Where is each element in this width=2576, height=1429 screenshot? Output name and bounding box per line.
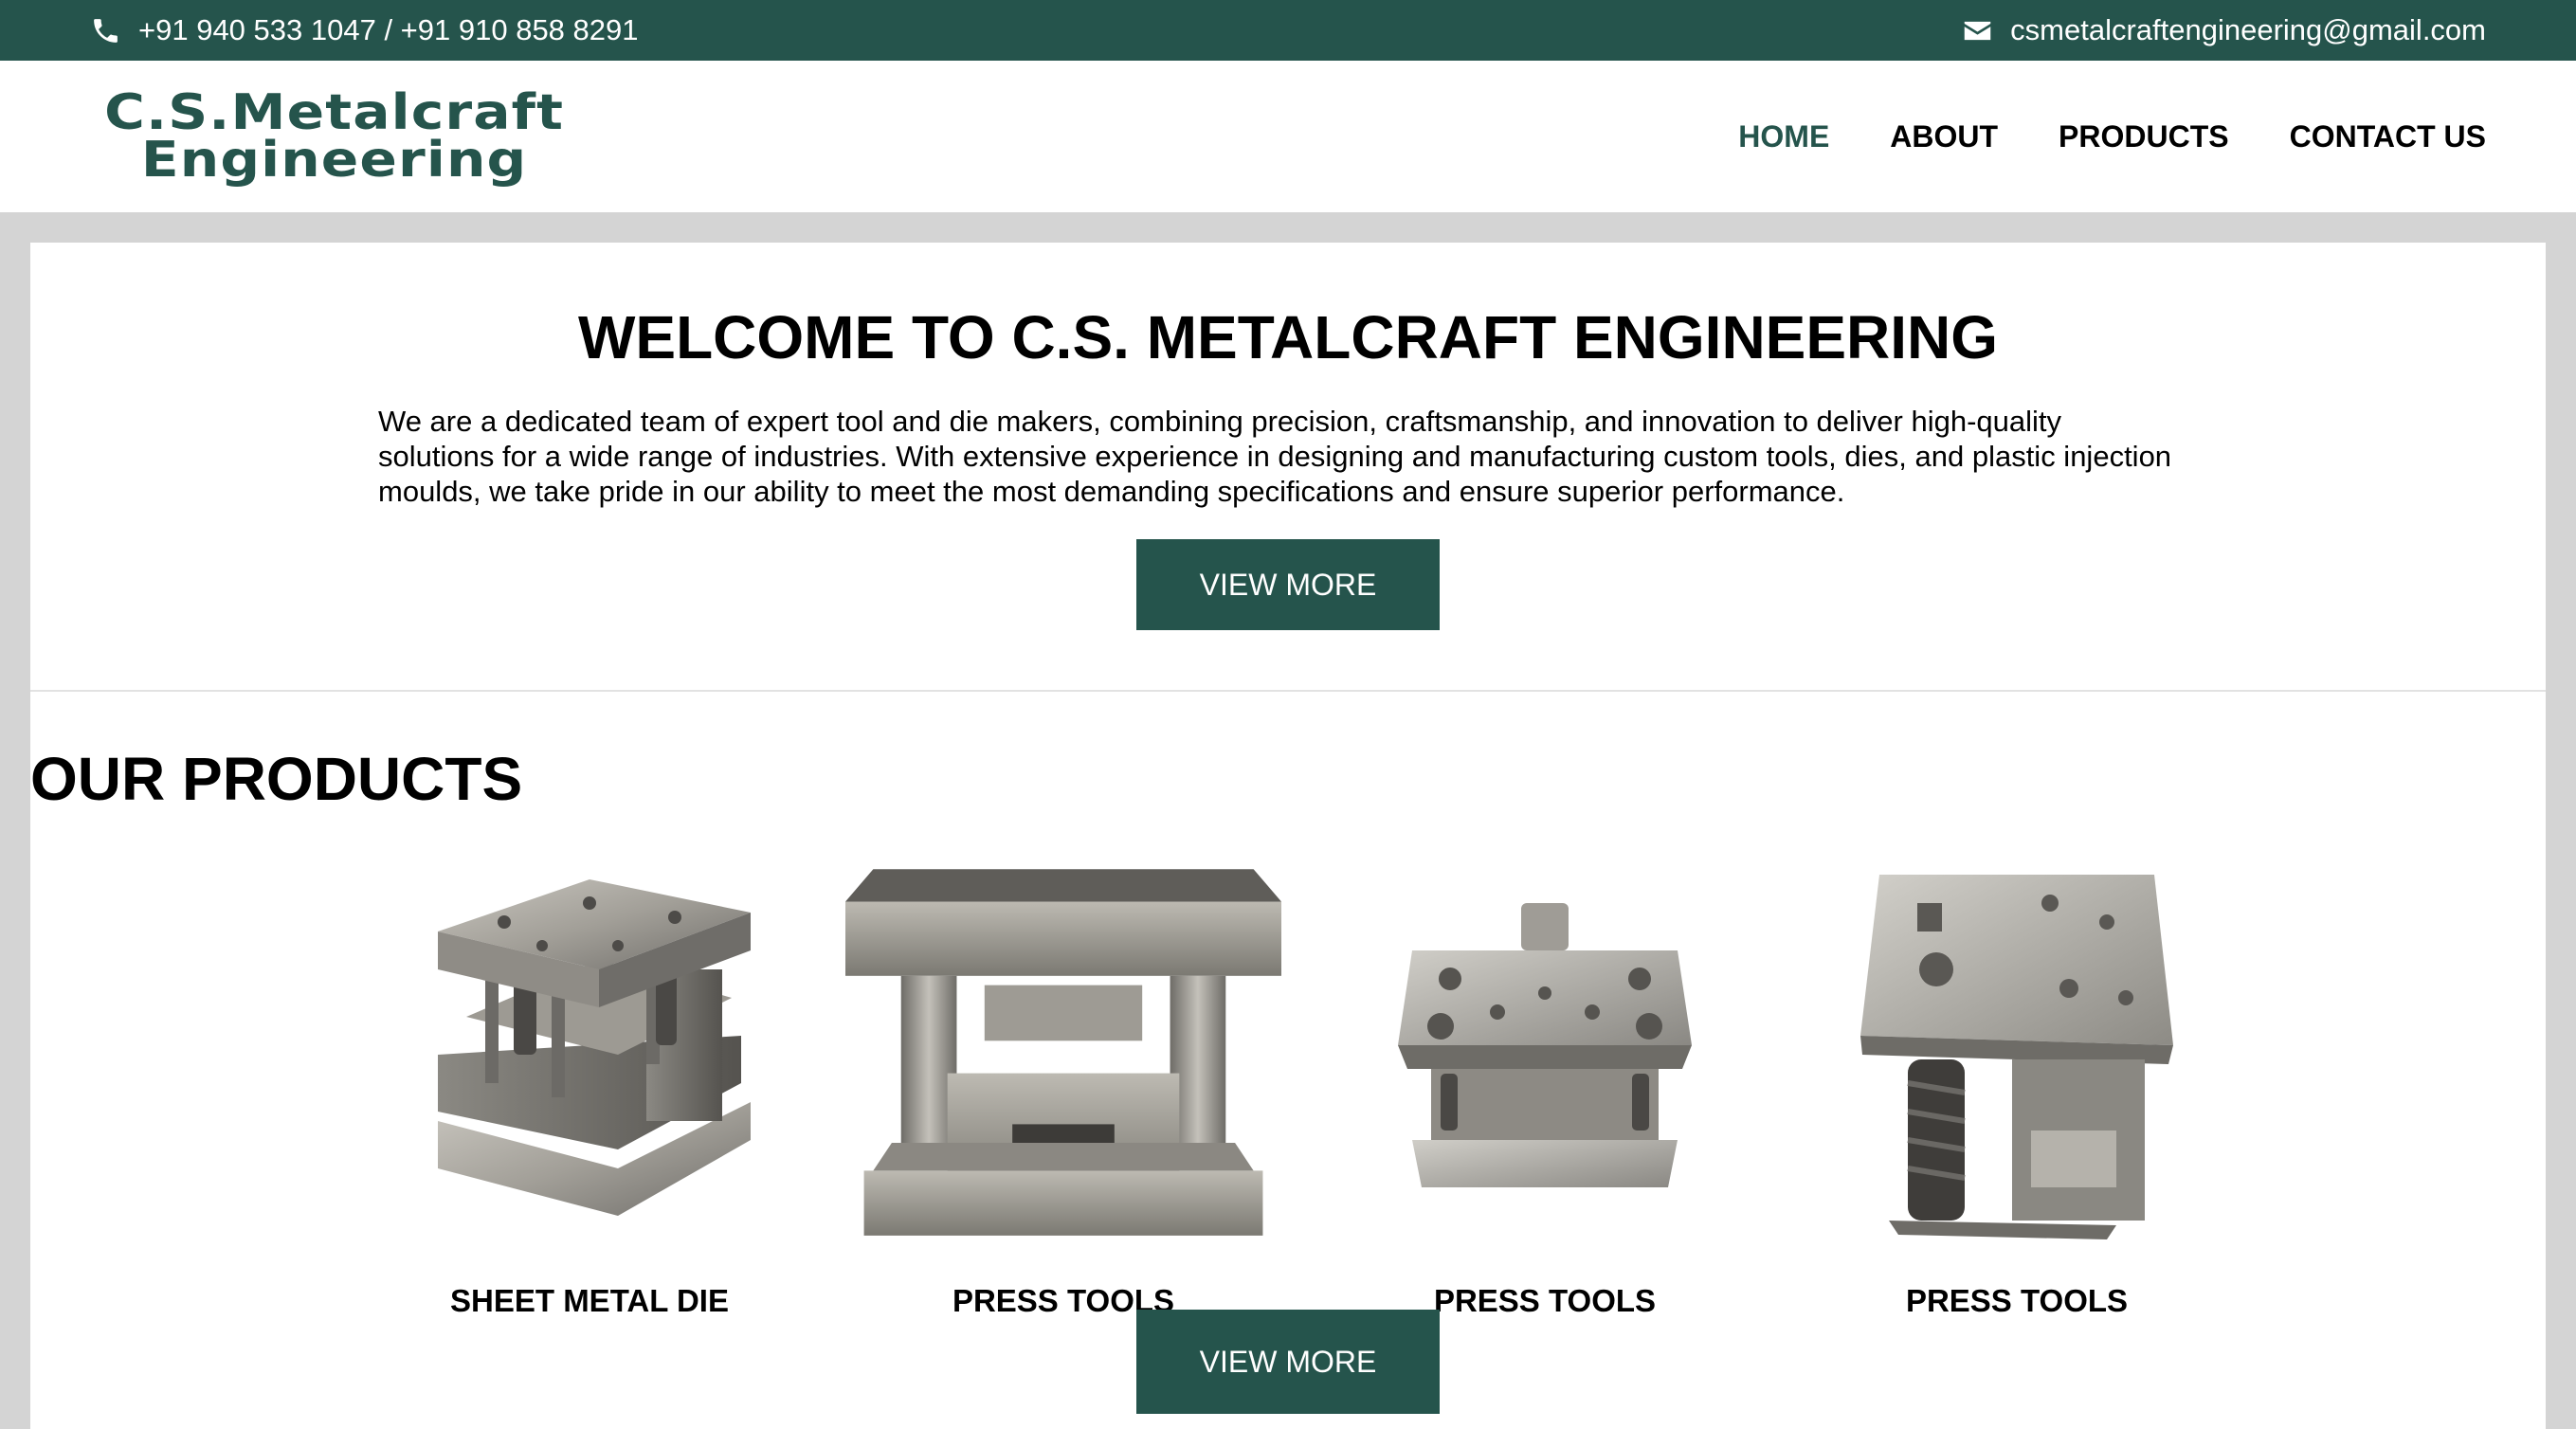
site-logo[interactable]: C.S.Metalcraft Engineering bbox=[90, 84, 578, 189]
envelope-icon bbox=[1964, 21, 1991, 40]
main-content: WELCOME TO C.S. METALCRAFT ENGINEERING W… bbox=[30, 243, 2546, 1429]
products-view-more-button[interactable]: VIEW MORE bbox=[1136, 1310, 1440, 1414]
product-card[interactable]: PRESS TOOLS bbox=[1327, 860, 1763, 1319]
press-tool-image bbox=[1860, 875, 2173, 1239]
product-image[interactable] bbox=[372, 860, 807, 1249]
phone-icon bbox=[94, 18, 118, 43]
phone-number[interactable]: +91 940 533 1047 / +91 910 858 8291 bbox=[138, 13, 639, 47]
welcome-section: WELCOME TO C.S. METALCRAFT ENGINEERING W… bbox=[30, 243, 2546, 692]
site-header: C.S.Metalcraft Engineering HOME ABOUT PR… bbox=[0, 61, 2576, 212]
email-contact[interactable]: csmetalcraftengineering@gmail.com bbox=[1962, 13, 2486, 47]
product-image[interactable] bbox=[1327, 860, 1763, 1249]
product-card[interactable]: PRESS TOOLS bbox=[845, 860, 1281, 1319]
top-contact-bar: +91 940 533 1047 / +91 910 858 8291 csme… bbox=[0, 0, 2576, 61]
press-tool-image bbox=[1398, 903, 1692, 1187]
product-name[interactable]: SHEET METAL DIE bbox=[372, 1283, 807, 1319]
product-image[interactable] bbox=[845, 860, 1281, 1249]
nav-home[interactable]: HOME bbox=[1738, 119, 1829, 154]
products-section: OUR PRODUCTS SHEET METAL DIE PRESS TOOLS… bbox=[30, 694, 2546, 1429]
products-title: OUR PRODUCTS bbox=[30, 745, 523, 813]
main-nav: HOME ABOUT PRODUCTS CONTACT US bbox=[1738, 119, 2486, 154]
logo-line-1: C.S.Metalcraft bbox=[104, 84, 565, 141]
press-tool-image bbox=[845, 869, 1281, 1236]
welcome-title: WELCOME TO C.S. METALCRAFT ENGINEERING bbox=[577, 303, 1999, 371]
product-card[interactable]: SHEET METAL DIE bbox=[372, 860, 807, 1319]
nav-about[interactable]: ABOUT bbox=[1890, 119, 1998, 154]
product-card[interactable]: PRESS TOOLS bbox=[1799, 860, 2235, 1319]
nav-contact[interactable]: CONTACT US bbox=[2290, 119, 2486, 154]
email-address[interactable]: csmetalcraftengineering@gmail.com bbox=[2010, 13, 2486, 47]
nav-products[interactable]: PRODUCTS bbox=[2059, 119, 2229, 154]
product-name[interactable]: PRESS TOOLS bbox=[1799, 1283, 2235, 1319]
logo-line-2: Engineering bbox=[140, 132, 528, 189]
sheet-metal-die-image bbox=[438, 879, 751, 1216]
phone-contact[interactable]: +91 940 533 1047 / +91 910 858 8291 bbox=[90, 13, 639, 47]
welcome-view-more-button[interactable]: VIEW MORE bbox=[1136, 539, 1440, 630]
product-image[interactable] bbox=[1799, 860, 2235, 1249]
welcome-text: We are a dedicated team of expert tool a… bbox=[378, 405, 2172, 508]
